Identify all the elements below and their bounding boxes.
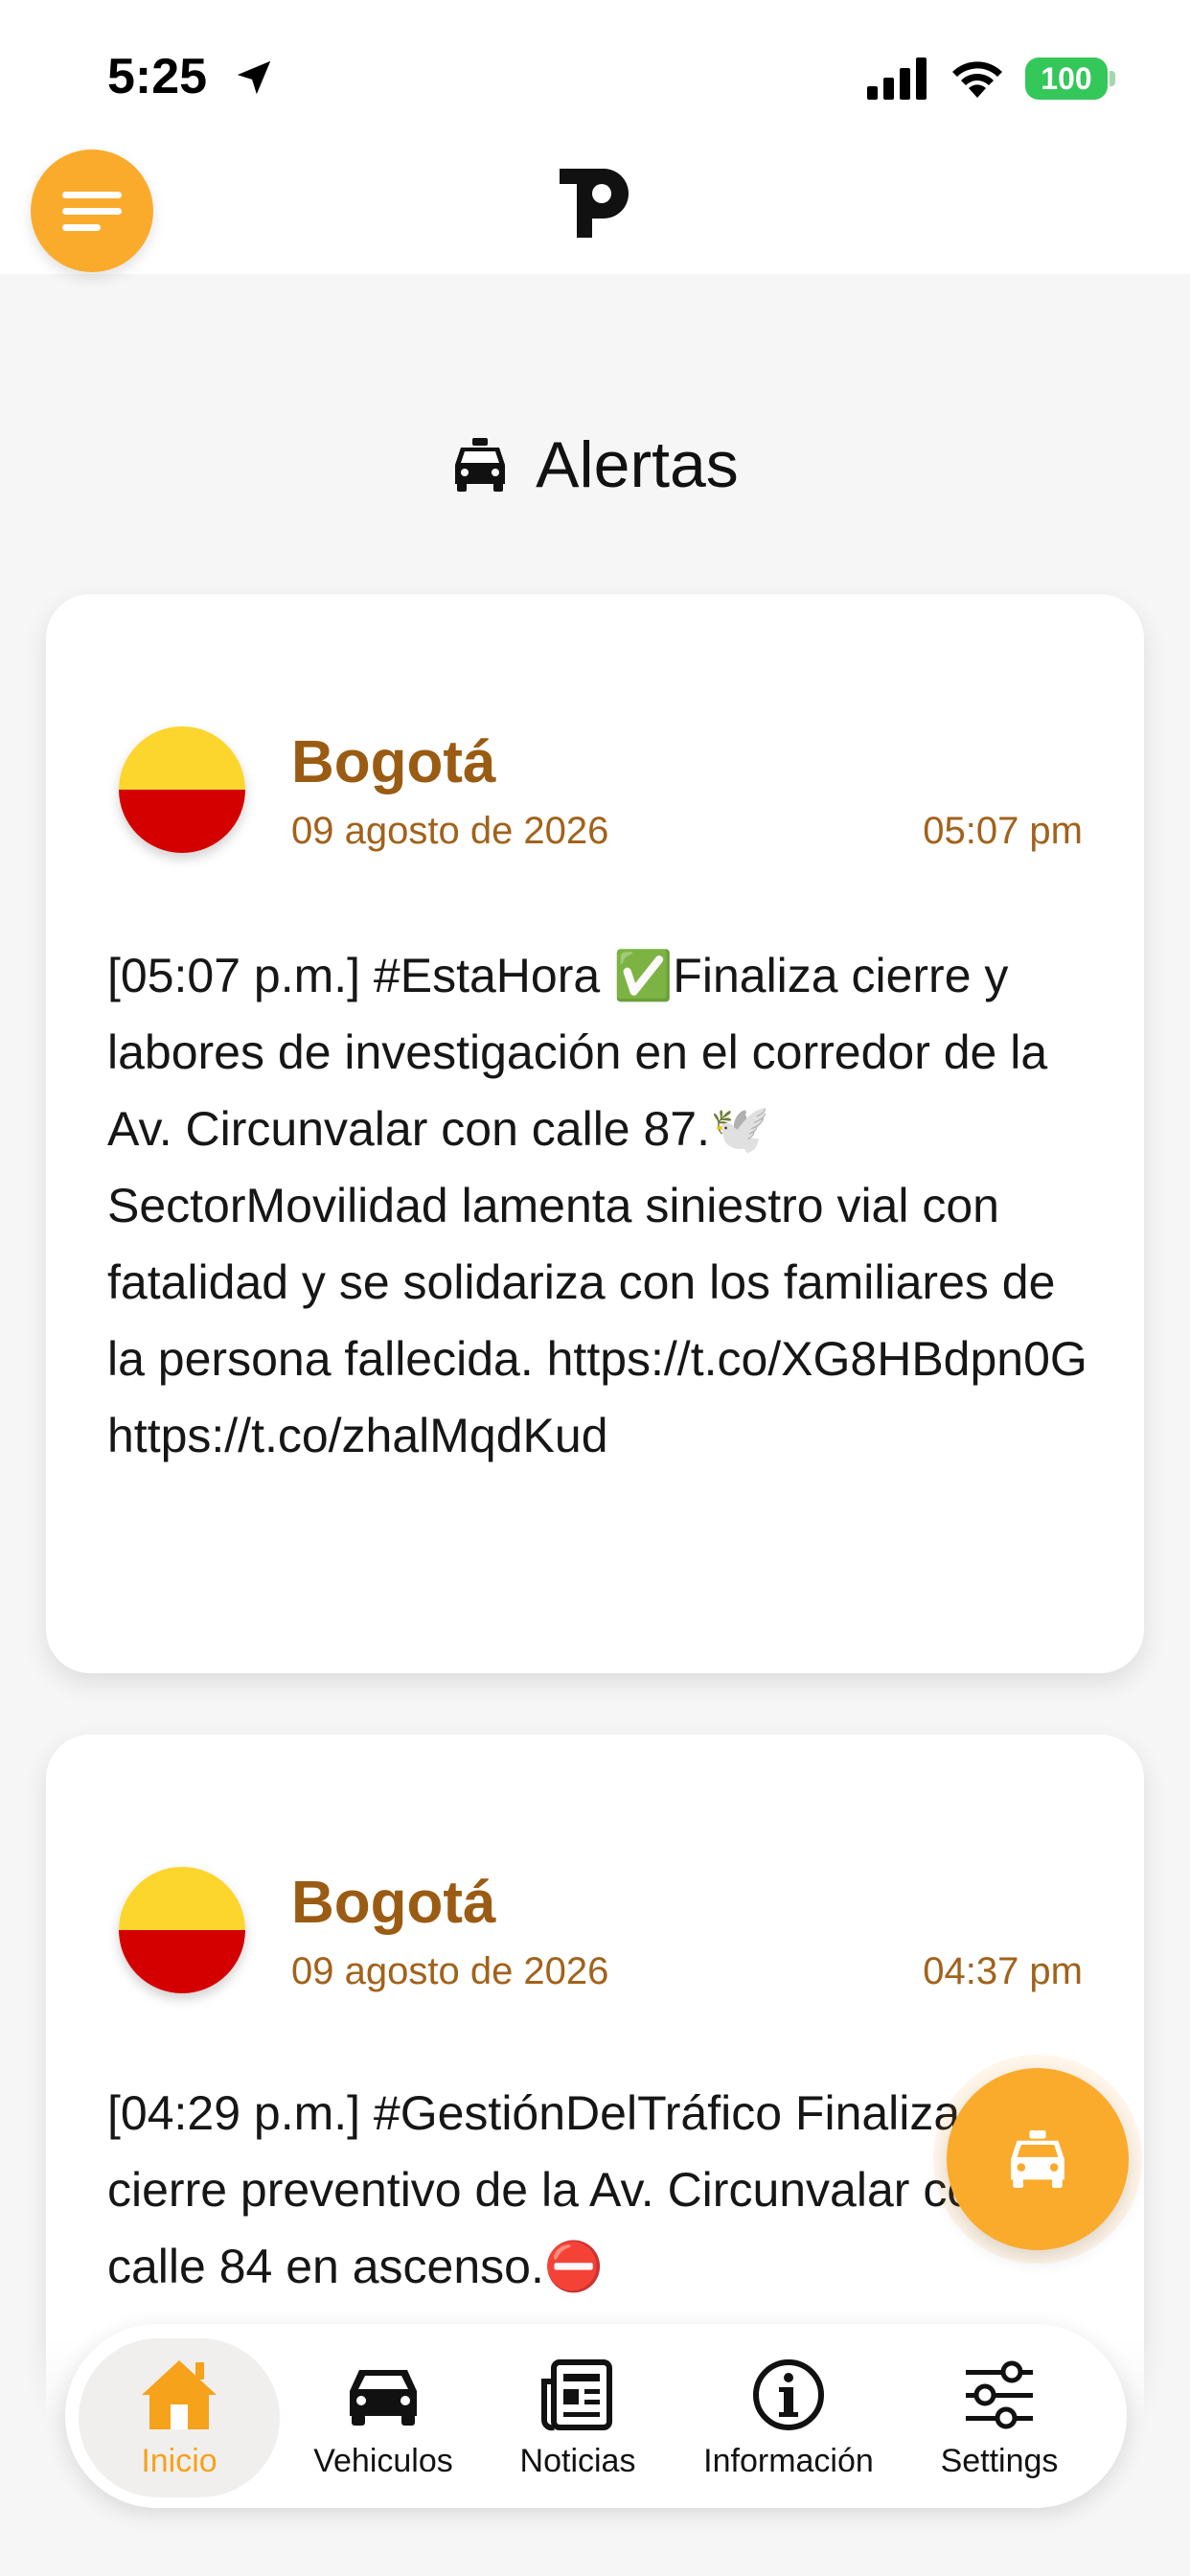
bogota-flag [119, 1867, 245, 1993]
hamburger-icon-line [62, 223, 101, 231]
p-logo-icon [560, 169, 629, 238]
alert-date: 09 agosto de 2026 [291, 810, 609, 852]
battery-indicator: 100 [1025, 58, 1108, 100]
location-arrow-icon [237, 60, 271, 95]
battery-tip [1110, 71, 1115, 86]
alert-city: Bogotá [291, 1870, 496, 1936]
nav-label: Inicio [141, 2442, 217, 2479]
section-title-label: Alertas [536, 428, 739, 501]
home-icon [142, 2359, 217, 2429]
taxi-fab-button[interactable] [947, 2068, 1129, 2250]
sliders-icon [966, 2360, 1033, 2428]
nav-label: Noticias [519, 2442, 636, 2479]
status-time: 5:25 [107, 49, 208, 104]
nav-item-informacion[interactable]: Información [688, 2338, 889, 2497]
alert-time: 05:07 pm [923, 810, 1083, 852]
car-icon [350, 2369, 417, 2426]
nav-item-noticias[interactable]: Noticias [477, 2338, 678, 2497]
bogota-flag [119, 726, 245, 853]
nav-label: Settings [940, 2442, 1059, 2479]
taxi-icon [455, 438, 506, 492]
nav-item-vehiculos[interactable]: Vehiculos [283, 2338, 484, 2497]
newspaper-icon [541, 2358, 612, 2430]
menu-button[interactable] [31, 150, 153, 272]
cellular-signal-icon [867, 58, 927, 100]
alert-text: [04:29 p.m.] #GestiónDelTráfico Finaliza… [107, 2086, 1000, 2293]
wifi-icon [952, 61, 1002, 98]
taxi-icon [1011, 2130, 1064, 2188]
alert-city: Bogotá [291, 729, 496, 795]
alert-date: 09 agosto de 2026 [291, 1950, 609, 1992]
hamburger-icon-line [62, 207, 122, 215]
alert-time: 04:37 pm [923, 1950, 1083, 1992]
nav-label: Información [703, 2442, 874, 2479]
section-title: Alertas [0, 422, 1190, 508]
nav-label: Vehiculos [313, 2442, 453, 2479]
alert-card[interactable]: Bogotá 09 agosto de 2026 05:07 pm [05:07… [46, 594, 1144, 1673]
info-icon [753, 2358, 824, 2430]
alert-text: [05:07 p.m.] #EstaHora ✅Finaliza cierre … [107, 949, 1087, 1462]
nav-item-inicio[interactable]: Inicio [79, 2338, 280, 2497]
hamburger-icon [62, 191, 122, 198]
nav-item-settings[interactable]: Settings [899, 2338, 1100, 2497]
battery-level: 100 [1041, 60, 1092, 96]
